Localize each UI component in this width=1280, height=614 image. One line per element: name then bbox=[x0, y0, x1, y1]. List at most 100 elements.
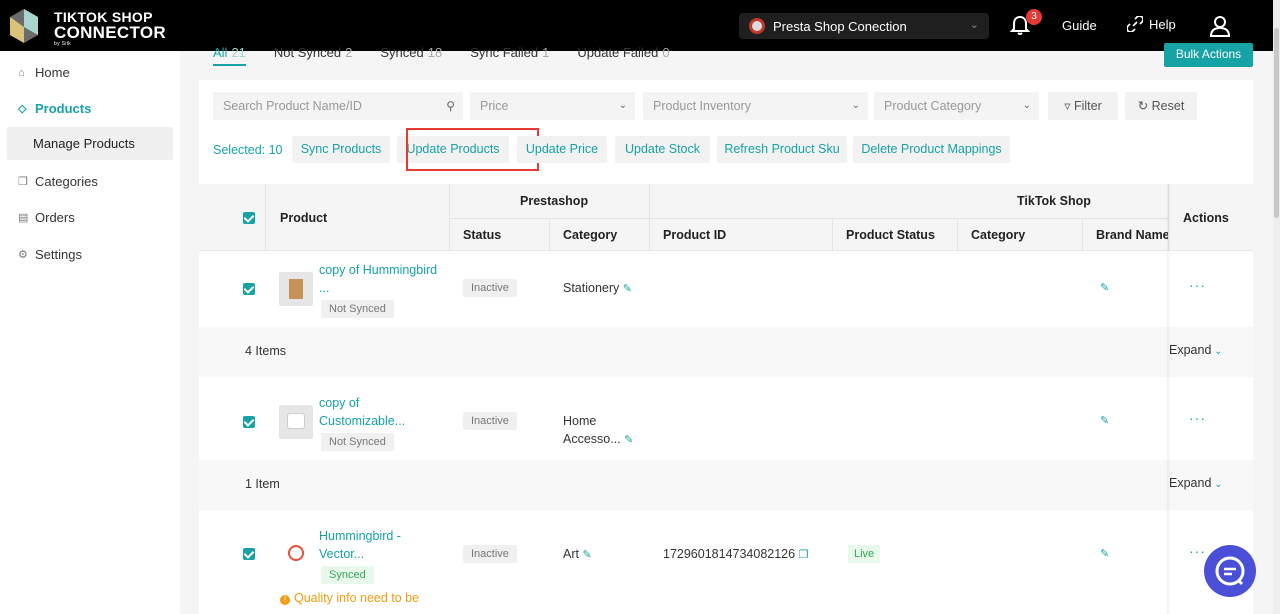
status-badge: Inactive bbox=[463, 412, 517, 430]
tab-not-synced[interactable]: Not Synced 2 bbox=[274, 45, 352, 66]
chevron-down-icon: ⌄ bbox=[851, 100, 860, 111]
select-all-checkbox[interactable] bbox=[243, 212, 255, 224]
row-checkbox[interactable] bbox=[243, 416, 255, 428]
chevron-down-icon: ⌄ bbox=[1211, 346, 1223, 357]
bulk-actions-button[interactable]: Bulk Actions bbox=[1164, 43, 1253, 67]
sidebar-item-manage-products[interactable]: Manage Products bbox=[7, 127, 173, 160]
tab-all[interactable]: All 21 bbox=[213, 45, 246, 66]
tab-synced[interactable]: Synced 18 bbox=[380, 45, 442, 66]
items-count: 1 Item bbox=[245, 477, 280, 491]
update-price-button[interactable]: Update Price bbox=[517, 136, 607, 163]
category-cell: Stationery ✎ bbox=[563, 281, 632, 295]
search-placeholder: Search Product Name/ID bbox=[223, 99, 362, 113]
sync-products-button[interactable]: Sync Products bbox=[292, 136, 390, 163]
header-product: Product bbox=[280, 211, 328, 225]
category-select-label: Product Category bbox=[884, 99, 982, 113]
sidebar-item-categories[interactable]: ❐ Categories bbox=[18, 174, 98, 189]
tab-update-failed[interactable]: Update Failed 0 bbox=[577, 45, 669, 66]
main-content: All 21 Not Synced 2 Synced 18 Sync Failed 1 … bbox=[180, 43, 1273, 614]
quality-warning: ! Quality info need to be bbox=[280, 591, 419, 605]
divider bbox=[1082, 218, 1083, 251]
chevron-down-icon: ⌄ bbox=[1022, 100, 1031, 111]
filter-button[interactable]: ▿ Filter bbox=[1048, 92, 1118, 120]
header-tt-category: Category bbox=[971, 228, 1026, 242]
funnel-icon: ▿ bbox=[1064, 99, 1071, 113]
shop-selector[interactable]: Presta Shop Conection ⌄ bbox=[739, 13, 989, 39]
reset-button[interactable]: ↻ Reset bbox=[1125, 92, 1197, 120]
filter-label: Filter bbox=[1073, 99, 1102, 113]
chat-button[interactable] bbox=[1204, 545, 1256, 597]
scrollbar-thumb[interactable] bbox=[1274, 28, 1279, 218]
selected-count: Selected: 10 bbox=[213, 143, 283, 157]
copy-icon: ❐ bbox=[18, 175, 28, 188]
header-prestashop: Prestashop bbox=[520, 194, 589, 208]
header-product-id: Product ID bbox=[663, 228, 727, 242]
status-badge: Inactive bbox=[463, 279, 517, 297]
row-checkbox[interactable] bbox=[243, 548, 255, 560]
expand-button[interactable]: Expand ⌄ bbox=[1169, 343, 1223, 357]
sync-status-badge: Not Synced bbox=[321, 433, 394, 451]
group-row bbox=[199, 327, 1253, 377]
more-actions-icon[interactable]: ··· bbox=[1189, 277, 1206, 293]
link-icon bbox=[1127, 16, 1143, 32]
gear-icon: ⚙ bbox=[18, 248, 28, 261]
guide-link[interactable]: Guide bbox=[1062, 18, 1097, 33]
divider bbox=[549, 218, 550, 251]
home-icon: ⌂ bbox=[18, 66, 25, 79]
product-name-link[interactable]: copy of Customizable... bbox=[319, 394, 449, 430]
sidebar: ⌂ Home ◇ Products Manage Products ❐ Cate… bbox=[0, 51, 180, 614]
row-checkbox[interactable] bbox=[243, 283, 255, 295]
header-status: Status bbox=[463, 228, 502, 242]
shop-icon bbox=[749, 18, 765, 34]
update-stock-button[interactable]: Update Stock bbox=[615, 136, 710, 163]
warning-icon: ! bbox=[280, 595, 290, 605]
shop-selector-label: Presta Shop Conection bbox=[773, 18, 907, 34]
sidebar-item-label: Settings bbox=[35, 247, 82, 262]
help-link[interactable]: Help bbox=[1127, 16, 1176, 32]
inbox-icon: ▤ bbox=[18, 211, 29, 224]
search-input[interactable]: Search Product Name/ID ⚲ bbox=[213, 92, 463, 120]
table-header: Product Prestashop TikTok Shop Actions S… bbox=[199, 184, 1253, 251]
user-icon[interactable] bbox=[1209, 15, 1231, 37]
product-name-link[interactable]: Hummingbird - Vector... bbox=[319, 527, 449, 563]
category-cell: Home Accesso... ✎ bbox=[563, 414, 634, 446]
delete-mappings-button[interactable]: Delete Product Mappings bbox=[853, 136, 1010, 163]
sync-status-badge: Synced bbox=[321, 566, 374, 584]
price-select[interactable]: Price ⌄ bbox=[470, 92, 635, 120]
sidebar-item-home[interactable]: ⌂ Home bbox=[18, 65, 70, 80]
sidebar-item-products[interactable]: ◇ Products bbox=[18, 101, 91, 116]
sidebar-item-label: Orders bbox=[35, 210, 75, 225]
edit-icon[interactable]: ✎ bbox=[1100, 547, 1109, 560]
sidebar-item-orders[interactable]: ▤ Orders bbox=[18, 210, 75, 225]
edit-icon[interactable]: ✎ bbox=[1100, 281, 1109, 294]
reset-label: Reset bbox=[1151, 99, 1185, 113]
refresh-sku-button[interactable]: Refresh Product Sku bbox=[717, 136, 847, 163]
product-thumbnail bbox=[279, 405, 313, 439]
product-name-link[interactable]: copy of Hummingbird... bbox=[319, 261, 449, 297]
expand-button[interactable]: Expand ⌄ bbox=[1169, 476, 1223, 490]
category-cell: Art ✎ bbox=[563, 547, 592, 561]
copy-icon[interactable]: ❐ bbox=[799, 549, 809, 561]
logo-icon bbox=[10, 9, 38, 43]
more-actions-icon[interactable]: ··· bbox=[1189, 410, 1206, 426]
filter-panel: Search Product Name/ID ⚲ Price ⌄ Product… bbox=[199, 80, 1253, 184]
status-badge: Inactive bbox=[463, 545, 517, 563]
search-icon: ⚲ bbox=[446, 99, 455, 113]
edit-icon[interactable]: ✎ bbox=[623, 283, 632, 295]
header-actions: Actions bbox=[1183, 211, 1229, 225]
edit-icon[interactable]: ✎ bbox=[582, 549, 591, 561]
group-row bbox=[199, 460, 1253, 510]
inventory-select[interactable]: Product Inventory ⌄ bbox=[643, 92, 868, 120]
header-brand-name: Brand Name bbox=[1096, 228, 1170, 242]
status-tabs: All 21 Not Synced 2 Synced 18 Sync Failed 1 … bbox=[213, 45, 698, 66]
category-select[interactable]: Product Category ⌄ bbox=[874, 92, 1039, 120]
edit-icon[interactable]: ✎ bbox=[624, 434, 633, 446]
sticky-column-shadow bbox=[1167, 183, 1171, 614]
tab-sync-failed[interactable]: Sync Failed 1 bbox=[470, 45, 549, 66]
price-select-label: Price bbox=[480, 99, 509, 113]
items-count: 4 Items bbox=[245, 344, 286, 358]
chevron-down-icon: ⌄ bbox=[969, 19, 979, 31]
edit-icon[interactable]: ✎ bbox=[1100, 414, 1109, 427]
sidebar-item-settings[interactable]: ⚙ Settings bbox=[18, 247, 82, 262]
help-label: Help bbox=[1149, 16, 1176, 32]
